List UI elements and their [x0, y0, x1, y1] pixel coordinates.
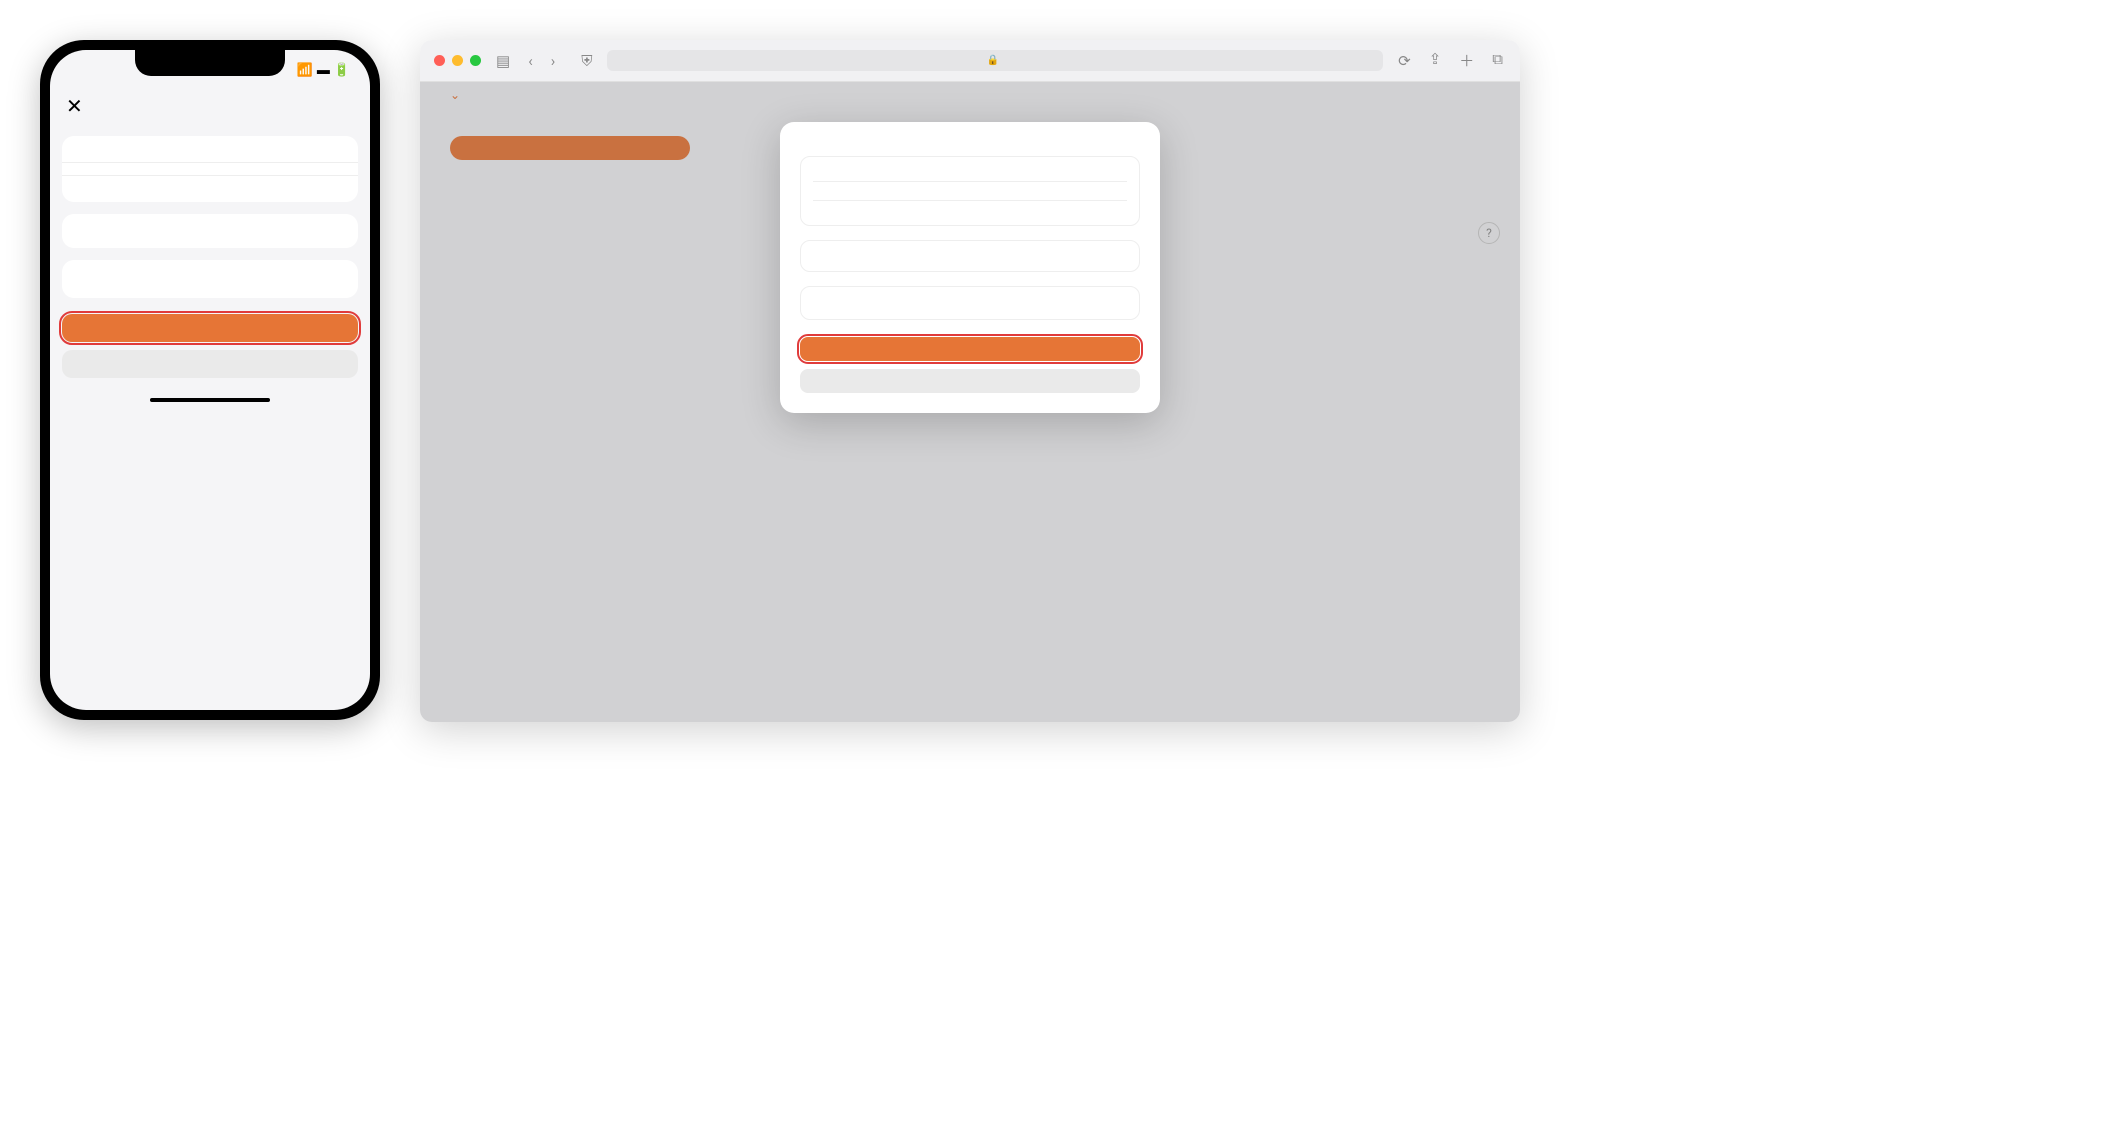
- signal-icon: 📶: [297, 63, 313, 78]
- withdraw-modal: [780, 122, 1160, 413]
- traffic-min-icon[interactable]: [452, 55, 463, 66]
- share-icon[interactable]: ⇪: [1426, 50, 1445, 71]
- browser-content: ⌄: [420, 82, 1520, 722]
- phone-header: ✕: [50, 82, 370, 130]
- battery-icon: 🔋: [334, 63, 350, 78]
- newtab-icon[interactable]: ＋: [1456, 50, 1477, 71]
- modal-cancel-button[interactable]: [800, 369, 1140, 393]
- browser-toolbar: ▤ ‹ › ⛨ 🔒 ⟳ ⇪ ＋ ⧉: [420, 40, 1520, 82]
- traffic-close-icon[interactable]: [434, 55, 445, 66]
- phone-notch: [135, 50, 285, 76]
- nav-forward-icon[interactable]: ›: [548, 52, 559, 70]
- traffic-lights: [434, 55, 481, 66]
- refresh-icon[interactable]: ⟳: [1395, 52, 1414, 70]
- browser-window: ▤ ‹ › ⛨ 🔒 ⟳ ⇪ ＋ ⧉ ⌄: [420, 40, 1520, 722]
- modal-warning: [800, 240, 1140, 272]
- traffic-max-icon[interactable]: [470, 55, 481, 66]
- shield-icon[interactable]: ⛨: [578, 52, 595, 70]
- phone-frame: 📶 ▬ 🔋 ✕: [40, 40, 380, 720]
- withdraw-details-card: [62, 136, 358, 202]
- modal-fields: [800, 156, 1140, 226]
- modal-confirm-button[interactable]: [800, 337, 1140, 361]
- modal-overlay[interactable]: [420, 82, 1520, 722]
- tabs-icon[interactable]: ⧉: [1489, 50, 1506, 71]
- lock-icon: 🔒: [987, 55, 999, 66]
- modal-info: [800, 286, 1140, 320]
- nav-back-icon[interactable]: ‹: [525, 52, 536, 70]
- cancel-button[interactable]: [62, 350, 358, 378]
- warning-card: [62, 214, 358, 248]
- address-bar[interactable]: 🔒: [607, 50, 1383, 71]
- status-icons: 📶 ▬ 🔋: [297, 62, 350, 78]
- home-indicator: [150, 398, 270, 402]
- info-card: [62, 260, 358, 298]
- wifi-icon: ▬: [317, 62, 330, 78]
- sidebar-toggle-icon[interactable]: ▤: [493, 52, 513, 70]
- close-icon[interactable]: ✕: [66, 94, 83, 118]
- phone-screen: 📶 ▬ 🔋 ✕: [50, 50, 370, 710]
- confirm-button[interactable]: [62, 314, 358, 342]
